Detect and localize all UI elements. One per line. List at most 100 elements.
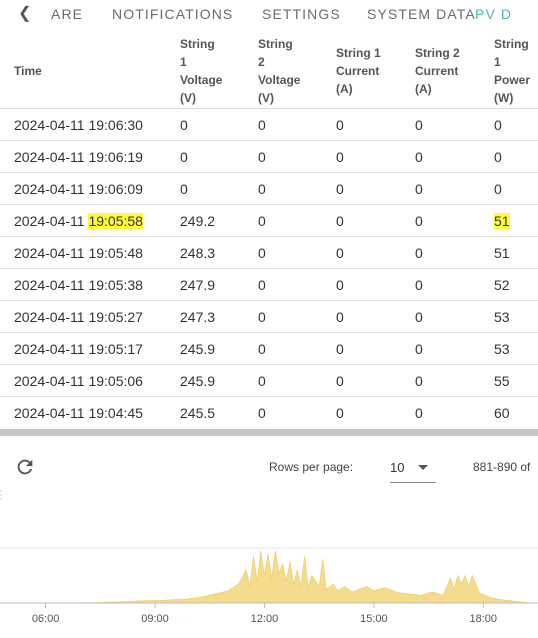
cell-value: 60 (494, 404, 510, 421)
cell-time: 2024-04-11 19:06:30 (0, 108, 180, 141)
cell-value: 247.9 (180, 276, 216, 293)
column-header-time[interactable]: Time (0, 34, 180, 109)
column-header-string-1-current[interactable]: String 1 Current (A) (336, 34, 415, 109)
column-header-string-1-power[interactable]: String 1 Power (W) (494, 34, 538, 109)
cell-string-1-current: 0 (336, 332, 415, 365)
table-row: 2024-04-11 19:06:09 0 0 0 0 0 (0, 172, 538, 205)
cell-date: 2024-04-11 (14, 404, 85, 421)
cell-time: 2024-04-11 19:06:09 (0, 172, 180, 205)
rows-per-page-select[interactable]: 10 (390, 454, 436, 483)
cell-string-2-voltage: 0 (258, 236, 336, 269)
cell-date: 2024-04-11 (14, 148, 85, 165)
cell-value: 0 (494, 116, 502, 133)
pv-power-chart: 06:00 09:00 12:00 15:00 18:00 (0, 490, 538, 625)
cell-value: 0 (336, 148, 344, 165)
cell-string-1-voltage: 245.5 (180, 396, 258, 427)
cell-string-1-power: 53 (494, 332, 538, 365)
cell-clock: 19:05:17 (88, 340, 143, 357)
column-header-label: Time (14, 64, 42, 78)
column-header-string-2-voltage[interactable]: String 2 Voltage (V) (258, 34, 336, 109)
table-row: 2024-04-11 19:05:06 245.9 0 0 0 55 (0, 364, 538, 397)
cell-string-2-voltage: 0 (258, 268, 336, 301)
cell-value: 0 (336, 340, 344, 357)
chevron-left-icon[interactable]: ❮ (18, 3, 31, 23)
cell-string-2-voltage: 0 (258, 364, 336, 397)
column-header-label: (V) (180, 91, 196, 105)
cell-string-2-current: 0 (415, 268, 494, 301)
rows-per-page-label: Rows per page: (269, 460, 354, 474)
cell-string-1-voltage: 0 (180, 108, 258, 141)
column-header-label: Voltage (258, 73, 301, 87)
cell-date: 2024-04-11 (14, 244, 85, 261)
cell-date: 2024-04-11 (14, 116, 85, 133)
table-row: 2024-04-11 19:05:27 247.3 0 0 0 53 (0, 300, 538, 333)
cell-value: 245.5 (180, 404, 216, 421)
cell-value: 0 (258, 244, 266, 261)
column-header-label: String 1 (336, 46, 381, 60)
horizontal-scrollbar[interactable] (0, 429, 538, 436)
cell-clock: 19:05:27 (88, 308, 143, 325)
table-row: 2024-04-11 19:05:58 249.2 0 0 0 51 (0, 204, 538, 237)
cell-clock: 19:06:19 (88, 148, 143, 165)
cell-date: 2024-04-11 (14, 180, 85, 197)
cell-value: 0 (258, 148, 266, 165)
cell-value: 0 (258, 276, 266, 293)
tab-pv-data[interactable]: PV D (475, 6, 512, 22)
cell-string-2-voltage: 0 (258, 204, 336, 237)
tab-system-data[interactable]: SYSTEM DATA (367, 6, 476, 22)
cell-string-1-voltage: 0 (180, 172, 258, 205)
cell-string-1-current: 0 (336, 236, 415, 269)
cell-string-2-current: 0 (415, 300, 494, 333)
table-row: 2024-04-11 19:05:48 248.3 0 0 0 51 (0, 236, 538, 269)
chart-area-series (0, 550, 538, 604)
column-header-label: (A) (415, 82, 432, 96)
cell-clock: 19:05:58 (88, 212, 143, 229)
cell-string-1-power: 0 (494, 108, 538, 141)
chart-x-tick-label: 12:00 (251, 613, 279, 625)
column-header-label: Power (494, 73, 531, 87)
cell-string-1-current: 0 (336, 396, 415, 427)
cell-value: 0 (415, 372, 423, 389)
cell-string-2-voltage: 0 (258, 300, 336, 333)
cell-value: 0 (494, 180, 502, 197)
column-header-label: String 2 (415, 46, 460, 60)
cell-value: 0 (415, 340, 423, 357)
column-header-label: (W) (494, 91, 514, 105)
cell-value: 0 (258, 116, 266, 133)
table-row: 2024-04-11 19:06:19 0 0 0 0 0 (0, 140, 538, 173)
column-header-string-2-current[interactable]: String 2 Current (A) (415, 34, 494, 109)
column-header-label: Voltage (180, 73, 223, 87)
cell-string-1-voltage: 247.9 (180, 268, 258, 301)
tab-are[interactable]: ARE (51, 6, 83, 22)
pv-data-table: Time String 1 Voltage (V) String 2 Volta… (0, 34, 538, 427)
cell-string-2-current: 0 (415, 204, 494, 237)
cell-value: 52 (494, 276, 510, 293)
table-pagination: Rows per page: 10 881-890 of (0, 440, 538, 490)
cell-value: 247.3 (180, 308, 216, 325)
cell-value: 0 (258, 212, 266, 229)
cell-value: 0 (494, 148, 502, 165)
cell-string-1-power: 55 (494, 364, 538, 397)
cell-string-1-current: 0 (336, 300, 415, 333)
tab-notifications[interactable]: NOTIFICATIONS (112, 6, 233, 22)
cell-time: 2024-04-11 19:04:45 (0, 396, 180, 427)
cell-date: 2024-04-11 (14, 372, 85, 389)
chart-x-tick-label: 09:00 (141, 613, 169, 625)
cell-time: 2024-04-11 19:05:58 (0, 204, 180, 237)
cell-date: 2024-04-11 (14, 276, 85, 293)
cell-value: 0 (336, 308, 344, 325)
tab-settings[interactable]: SETTINGS (262, 6, 341, 22)
table-row: 2024-04-11 19:04:45 245.5 0 0 0 60 (0, 396, 538, 427)
cell-time: 2024-04-11 19:05:06 (0, 364, 180, 397)
cell-string-1-voltage: 249.2 (180, 204, 258, 237)
cell-value: 0 (180, 116, 188, 133)
cell-value: 0 (415, 180, 423, 197)
cell-string-2-current: 0 (415, 364, 494, 397)
cell-value: 249.2 (180, 212, 216, 229)
cell-time: 2024-04-11 19:05:17 (0, 332, 180, 365)
cell-value: 53 (494, 340, 510, 357)
cell-value: 0 (415, 148, 423, 165)
cell-clock: 19:05:06 (88, 372, 143, 389)
refresh-icon[interactable] (14, 456, 36, 478)
column-header-string-1-voltage[interactable]: String 1 Voltage (V) (180, 34, 258, 109)
